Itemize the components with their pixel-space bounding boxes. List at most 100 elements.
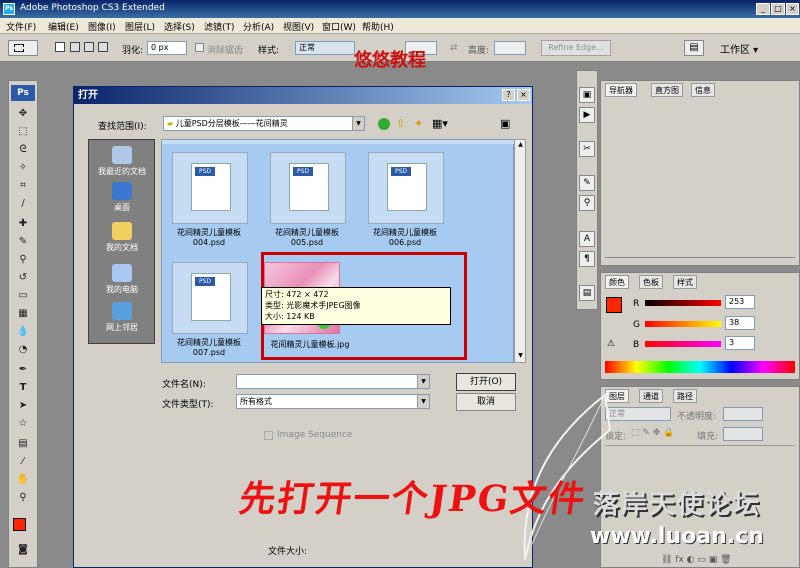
- menu-file[interactable]: 文件(F): [6, 20, 36, 33]
- clone-source-icon[interactable]: ⚲: [579, 195, 595, 211]
- zoom-tool-icon[interactable]: ⚲: [15, 491, 31, 505]
- brushes-panel-icon[interactable]: ✎: [579, 175, 595, 191]
- gradient-tool-icon[interactable]: ▦: [15, 307, 31, 321]
- menu-layer[interactable]: 图层(L): [125, 20, 155, 33]
- menu-filter[interactable]: 滤镜(T): [204, 20, 235, 33]
- up-folder-icon[interactable]: ⇧: [396, 117, 405, 130]
- character-panel-icon[interactable]: A: [579, 231, 595, 247]
- tab-channels[interactable]: 通道: [639, 389, 663, 403]
- view-menu-icon[interactable]: ▦▾: [432, 117, 448, 130]
- dodge-tool-icon[interactable]: ◔: [15, 343, 31, 357]
- green-value[interactable]: 38: [725, 316, 755, 330]
- swap-icon[interactable]: ⇄: [450, 43, 458, 53]
- lookin-select[interactable]: ▰ 儿童PSD分层模板——花间精灵 ▼: [163, 116, 365, 131]
- menu-help[interactable]: 帮助(H): [362, 20, 394, 33]
- tab-swatches[interactable]: 色板: [639, 275, 663, 289]
- menu-edit[interactable]: 编辑(E): [48, 20, 79, 33]
- file-item[interactable]: PSD 花间精灵儿童模板006.psd: [360, 152, 450, 252]
- pen-tool-icon[interactable]: ✒: [15, 363, 31, 377]
- type-tool-icon[interactable]: T: [15, 381, 31, 395]
- subtract-selection-icon[interactable]: [84, 42, 94, 52]
- marquee-preset-button[interactable]: [8, 40, 38, 56]
- blue-slider[interactable]: [645, 341, 721, 347]
- blue-value[interactable]: 3: [725, 336, 755, 350]
- fill-input[interactable]: [723, 427, 763, 441]
- tab-info[interactable]: 信息: [691, 83, 715, 97]
- restore-button[interactable]: □: [771, 3, 785, 15]
- shape-tool-icon[interactable]: ☆: [15, 417, 31, 431]
- palette-icon[interactable]: ▤: [684, 40, 704, 56]
- layer-comps-icon[interactable]: ▤: [579, 285, 595, 301]
- rectangle-marquee-icon[interactable]: ⬚: [15, 125, 31, 139]
- lock-icons[interactable]: ⬚ ✎ ✥ 🔒: [631, 428, 674, 438]
- workspace-button[interactable]: 工作区 ▾: [720, 41, 758, 56]
- file-item[interactable]: PSD 花间精灵儿童模板005.psd: [262, 152, 352, 252]
- navigator-zoom-slider[interactable]: [605, 257, 795, 263]
- style-select[interactable]: 正常: [295, 41, 355, 55]
- red-slider[interactable]: [645, 300, 721, 306]
- green-slider[interactable]: [645, 321, 721, 327]
- image-sequence-checkbox[interactable]: [264, 431, 273, 440]
- tab-navigator[interactable]: 导航器: [605, 83, 637, 97]
- place-recent[interactable]: 我最近的文档: [89, 146, 155, 177]
- close-window-button[interactable]: ×: [786, 3, 799, 15]
- move-tool-icon[interactable]: ✥: [15, 107, 31, 121]
- path-selection-icon[interactable]: ➤: [15, 399, 31, 413]
- antialias-checkbox[interactable]: [195, 43, 204, 52]
- menu-window[interactable]: 窗口(W): [322, 20, 356, 33]
- eyedropper-icon[interactable]: ⁄: [15, 455, 31, 469]
- open-button[interactable]: 打开(O): [456, 373, 516, 391]
- gamut-warning-icon[interactable]: ⚠: [607, 339, 615, 349]
- quick-mask-icon[interactable]: ◙: [15, 543, 31, 557]
- slice-tool-icon[interactable]: /: [15, 197, 31, 211]
- place-network[interactable]: 网上邻居: [89, 302, 155, 333]
- notes-tool-icon[interactable]: ▤: [15, 437, 31, 451]
- filename-input[interactable]: ▼: [236, 374, 430, 389]
- lasso-tool-icon[interactable]: ᘓ: [15, 143, 31, 157]
- file-item[interactable]: PSD 花间精灵儿童模板007.psd: [164, 262, 254, 362]
- tool-presets-icon[interactable]: ✂: [579, 141, 595, 157]
- dialog-close-button[interactable]: ×: [517, 89, 530, 101]
- history-brush-icon[interactable]: ↺: [15, 271, 31, 285]
- red-value[interactable]: 253: [725, 295, 755, 309]
- menu-select[interactable]: 选择(S): [164, 20, 195, 33]
- filetype-select[interactable]: 所有格式 ▼: [236, 394, 430, 409]
- opacity-input[interactable]: [723, 407, 763, 421]
- hand-tool-icon[interactable]: ✋: [15, 473, 31, 487]
- minimize-button[interactable]: _: [756, 3, 770, 15]
- dialog-help-button[interactable]: ?: [502, 89, 515, 101]
- feather-input[interactable]: 0 px: [147, 41, 187, 55]
- scroll-down-icon[interactable]: ▼: [516, 352, 525, 362]
- foreground-color-swatch[interactable]: [13, 518, 26, 531]
- place-desktop[interactable]: 桌面: [89, 182, 155, 213]
- menu-image[interactable]: 图像(I): [88, 20, 116, 33]
- blur-tool-icon[interactable]: 💧: [15, 325, 31, 339]
- back-icon[interactable]: [378, 118, 390, 130]
- paragraph-panel-icon[interactable]: ¶: [579, 251, 595, 267]
- color-ramp[interactable]: [605, 361, 795, 373]
- new-folder-icon[interactable]: ✦: [414, 117, 423, 130]
- tab-histogram[interactable]: 直方图: [651, 83, 683, 97]
- place-my-documents[interactable]: 我的文档: [89, 222, 155, 253]
- intersect-selection-icon[interactable]: [98, 42, 108, 52]
- place-my-computer[interactable]: 我的电脑: [89, 264, 155, 295]
- magic-wand-icon[interactable]: ✧: [15, 161, 31, 175]
- actions-panel-icon[interactable]: ▶: [579, 107, 595, 123]
- crop-tool-icon[interactable]: ⌗: [15, 179, 31, 193]
- scroll-up-icon[interactable]: ▲: [516, 141, 525, 151]
- clone-stamp-icon[interactable]: ⚲: [15, 253, 31, 267]
- refine-edge-button[interactable]: Refine Edge...: [541, 40, 611, 56]
- menu-analysis[interactable]: 分析(A): [243, 20, 274, 33]
- history-panel-icon[interactable]: ▣: [579, 87, 595, 103]
- adobe-bridge-icon[interactable]: ▣: [500, 117, 510, 130]
- color-fg-swatch[interactable]: [606, 297, 622, 313]
- healing-brush-icon[interactable]: ✚: [15, 217, 31, 231]
- new-selection-icon[interactable]: [55, 42, 65, 52]
- file-item[interactable]: PSD 花间精灵儿童模板004.psd: [164, 152, 254, 252]
- tab-styles[interactable]: 样式: [673, 275, 697, 289]
- layer-actions-icons[interactable]: ⛓ fx ◐ ▭ ▣ 🗑: [661, 555, 732, 565]
- tab-color[interactable]: 颜色: [605, 275, 629, 289]
- tab-paths[interactable]: 路径: [673, 389, 697, 403]
- file-list-scrollbar[interactable]: ▲ ▼: [514, 139, 526, 363]
- add-selection-icon[interactable]: [70, 42, 80, 52]
